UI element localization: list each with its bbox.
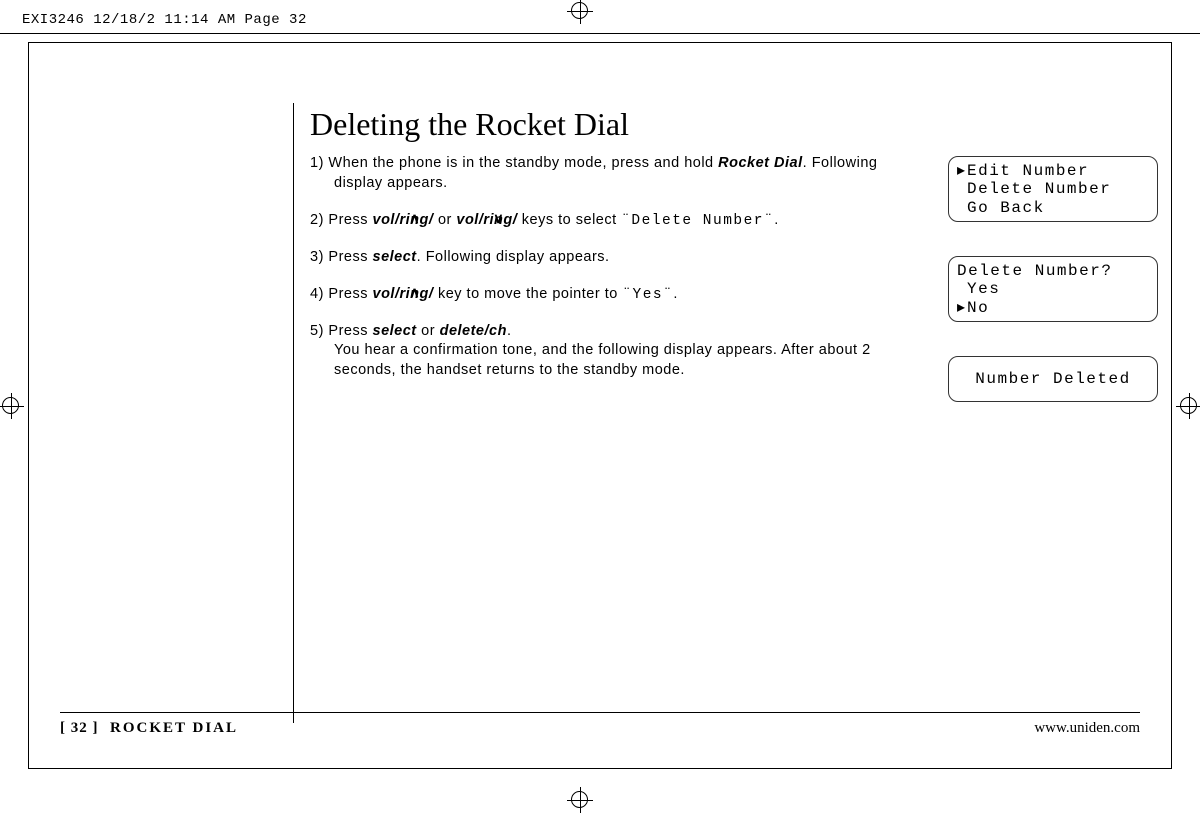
lcd-text-yes: ¨Yes¨ (622, 287, 673, 303)
keyword-vol-ring-up: vol/ring/ (373, 212, 434, 228)
lcd-text: No (967, 299, 989, 317)
text: keys to select (517, 212, 621, 228)
lcd-text: Delete Number? (957, 262, 1112, 280)
registration-mark-left (0, 393, 24, 419)
keyword-vol-ring-up: vol/ring/ (373, 286, 434, 302)
step-2: 2) Press vol/ring/∧ or vol/ring/∨ keys t… (310, 209, 890, 232)
text: 5) Press (310, 323, 373, 339)
lcd-text: Go Back (967, 199, 1045, 217)
text: . (673, 286, 678, 302)
page-title: Deleting the Rocket Dial (310, 106, 629, 143)
body-column: 1) When the phone is in the standby mode… (310, 154, 890, 397)
footer-rule (60, 712, 1140, 713)
section-name: ROCKET DIAL (110, 720, 238, 736)
text: or (433, 212, 456, 228)
lcd-display-1: ▸Edit Number Delete Number Go Back (948, 156, 1158, 222)
step-1: 1) When the phone is in the standby mode… (310, 154, 890, 193)
keyword-rocket-dial: Rocket Dial (718, 155, 802, 171)
pointer-icon: ▸ (957, 299, 967, 317)
text: 1) When the phone is in the standby mode… (310, 155, 718, 171)
lcd-line: ▸Edit Number (957, 162, 1149, 180)
registration-mark-bottom (567, 787, 593, 813)
registration-mark-top (567, 0, 593, 24)
lcd-text: Yes (967, 280, 1000, 298)
lcd-line: Yes (957, 280, 1149, 298)
text: 2) Press (310, 212, 373, 228)
lcd-text: Delete Number (967, 180, 1111, 198)
text: or (417, 323, 440, 339)
text: You hear a confirmation tone, and the fo… (334, 342, 871, 378)
lcd-display-2: Delete Number? Yes ▸No (948, 256, 1158, 322)
crop-box (28, 42, 1172, 769)
lcd-line: ▸No (957, 299, 1149, 317)
step-4: 4) Press vol/ring/∧ key to move the poin… (310, 283, 890, 306)
lcd-display-3: Number Deleted (948, 356, 1158, 402)
step-5: 5) Press select or delete/ch. You hear a… (310, 322, 890, 381)
text: . (774, 212, 779, 228)
lcd-line: Delete Number? (957, 262, 1149, 280)
page-number: [ 32 ] (60, 720, 99, 736)
lcd-line: Delete Number (957, 180, 1149, 198)
text: 3) Press (310, 249, 373, 265)
vertical-rule (293, 103, 294, 723)
keyword-select: select (373, 249, 417, 265)
text: . Following display appears. (417, 249, 610, 265)
text: key to move the pointer to (433, 286, 622, 302)
lcd-text-delete-number: ¨Delete Number¨ (621, 213, 774, 229)
lcd-line: Go Back (957, 199, 1149, 217)
pointer-icon: ▸ (957, 162, 967, 180)
registration-mark-right (1176, 393, 1200, 419)
imposition-header: EXI3246 12/18/2 11:14 AM Page 32 (22, 12, 307, 28)
step-3: 3) Press select. Following display appea… (310, 248, 890, 268)
footer-right: www.uniden.com (1034, 720, 1140, 737)
text: . (507, 323, 512, 339)
footer-left: [ 32 ] ROCKET DIAL (60, 720, 238, 737)
text: 4) Press (310, 286, 373, 302)
lcd-text: Number Deleted (975, 370, 1130, 388)
lcd-text: Edit Number (967, 162, 1089, 180)
top-rule (0, 33, 1200, 34)
keyword-vol-ring-down: vol/ring/ (456, 212, 517, 228)
keyword-delete-ch: delete/ch (440, 323, 507, 339)
keyword-select: select (373, 323, 417, 339)
